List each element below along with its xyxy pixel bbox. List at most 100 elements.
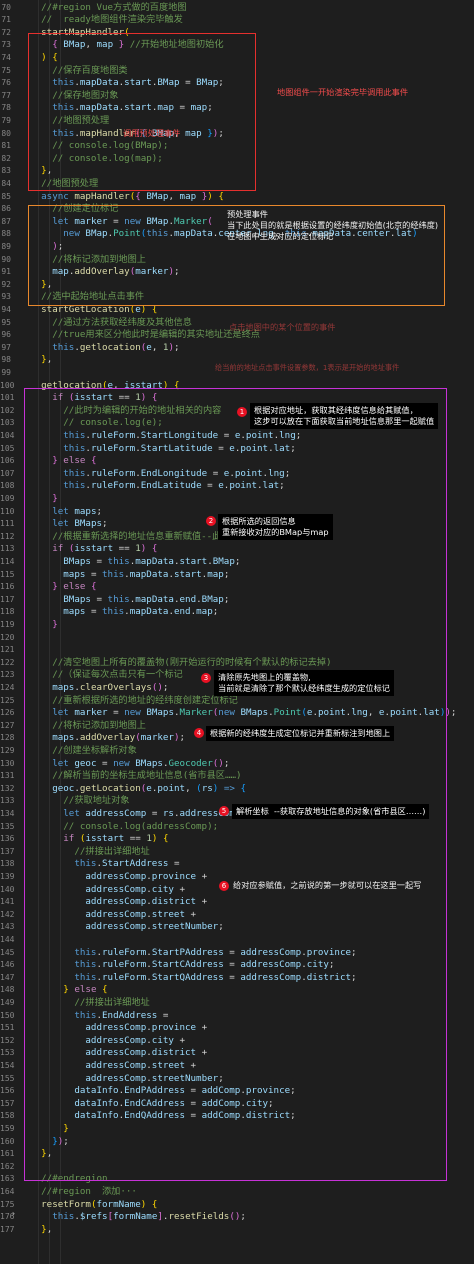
code-text[interactable]: this.ruleForm.EndLatitude = e.point.lat;: [19, 480, 284, 493]
code-line[interactable]: 81 // console.log(BMap);: [0, 140, 474, 153]
code-text[interactable]: addressComp.streetNumber;: [19, 1073, 223, 1086]
code-text[interactable]: BMaps = this.mapData.start.BMap;: [19, 556, 240, 569]
code-text[interactable]: addressComp.city +: [19, 884, 185, 897]
code-text[interactable]: //重新根据所选的地址的经纬度创建定位标记: [19, 695, 238, 708]
code-line[interactable]: 147 this.ruleForm.StartQAddress = addres…: [0, 972, 474, 985]
code-line[interactable]: 131 //解析当前的坐标生成地址信息(省市县区……): [0, 770, 474, 783]
code-line[interactable]: 144: [0, 934, 474, 947]
code-text[interactable]: addressComp.streetNumber;: [19, 921, 223, 934]
code-text[interactable]: //创建定位标记: [19, 203, 118, 216]
code-text[interactable]: map.addOverlay(marker);: [19, 266, 179, 279]
code-line[interactable]: 141 addressComp.district +: [0, 896, 474, 909]
code-text[interactable]: this.ruleForm.StartQAddress = addressCom…: [19, 972, 356, 985]
code-line[interactable]: 145 this.ruleForm.StartPAddress = addres…: [0, 947, 474, 960]
code-text[interactable]: //拼接出详细地址: [19, 846, 149, 859]
code-line[interactable]: 132 geoc.getLocation(e.point, (rs) => {: [0, 783, 474, 796]
code-line[interactable]: 146 this.ruleForm.StartCAddress = addres…: [0, 959, 474, 972]
code-text[interactable]: //清空地图上所有的覆盖物(刚开始运行的时候有个默认的标记去掉): [19, 657, 331, 670]
code-text[interactable]: this.ruleForm.EndLongitude = e.point.lng…: [19, 468, 290, 481]
code-text[interactable]: this.ruleForm.StartPAddress = addressCom…: [19, 947, 356, 960]
code-text[interactable]: { BMap, map } //开始地址地图初始化: [19, 39, 223, 52]
code-text[interactable]: // console.log(addressComp);: [19, 821, 218, 834]
code-line[interactable]: 138 this.StartAddress =: [0, 858, 474, 871]
code-text[interactable]: this.mapData.start.map = map;: [19, 102, 213, 115]
code-line[interactable]: 162: [0, 1161, 474, 1174]
code-text[interactable]: let geoc = new BMaps.Geocoder();: [19, 758, 229, 771]
code-text[interactable]: async mapHandler({ BMap, map }) {: [19, 191, 224, 204]
code-line[interactable]: 149 //拼接出详细地址: [0, 997, 474, 1010]
code-line[interactable]: 83 },: [0, 165, 474, 178]
code-line[interactable]: 97 this.getlocation(e, 1);: [0, 342, 474, 355]
code-text[interactable]: this.ruleForm.StartLongitude = e.point.l…: [19, 430, 301, 443]
code-line[interactable]: 155 addressComp.streetNumber;: [0, 1073, 474, 1086]
code-line[interactable]: 175 resetForm(formName) {: [0, 1199, 474, 1212]
code-line[interactable]: 154 addressComp.street +: [0, 1060, 474, 1073]
code-text[interactable]: addressComp.street +: [19, 909, 196, 922]
code-line[interactable]: 106 } else {: [0, 455, 474, 468]
code-line[interactable]: 142 addressComp.street +: [0, 909, 474, 922]
code-line[interactable]: 80 this.mapHandler({ BMap, map });: [0, 128, 474, 141]
code-line[interactable]: 93 //选中起始地址点击事件: [0, 291, 474, 304]
code-text[interactable]: let BMaps;: [19, 518, 107, 531]
code-text[interactable]: this.ruleForm.StartLatitude = e.point.la…: [19, 443, 296, 456]
code-text[interactable]: dataInfo.EndCAddress = addComp.city;: [19, 1098, 273, 1111]
code-text[interactable]: //通过方法获取经纬度及其他信息: [19, 317, 192, 330]
code-line[interactable]: 129 //创建坐标解析对象: [0, 745, 474, 758]
code-text[interactable]: getlocation(e, isstart) {: [19, 380, 179, 393]
code-line[interactable]: 92 },: [0, 279, 474, 292]
code-text[interactable]: ) {: [19, 52, 58, 65]
code-text[interactable]: },: [19, 279, 52, 292]
code-line[interactable]: 72 startMapHandler(: [0, 27, 474, 40]
code-line[interactable]: 125 //重新根据所选的地址的经纬度创建定位标记: [0, 695, 474, 708]
code-text[interactable]: }: [19, 493, 58, 506]
code-text[interactable]: }: [19, 619, 58, 632]
code-line[interactable]: 91 map.addOverlay(marker);: [0, 266, 474, 279]
code-line[interactable]: 152 addressComp.city +: [0, 1035, 474, 1048]
code-text[interactable]: );: [19, 241, 63, 254]
code-line[interactable]: 126 let marker = new BMaps.Marker(new BM…: [0, 707, 474, 720]
code-text[interactable]: geoc.getLocation(e.point, (rs) => {: [19, 783, 246, 796]
code-text[interactable]: //（保证每次点击只有一个标记: [19, 669, 183, 682]
code-line[interactable]: 70 //#region Vue方式做的百度地图: [0, 2, 474, 15]
code-text[interactable]: //#region 添加···: [19, 1186, 137, 1199]
code-text[interactable]: // console.log(map);: [19, 153, 163, 166]
code-text[interactable]: this.StartAddress =: [19, 858, 179, 871]
code-text[interactable]: // console.log(e);: [19, 417, 163, 430]
code-line[interactable]: 84 //地图预处理: [0, 178, 474, 191]
code-line[interactable]: 176 this.$refs[formName].resetFields();: [0, 1211, 474, 1224]
code-text[interactable]: this.getlocation(e, 1);: [19, 342, 179, 355]
code-text[interactable]: if (isstart == 1) {: [19, 543, 157, 556]
code-text[interactable]: dataInfo.EndPAddress = addComp.province;: [19, 1085, 295, 1098]
code-text[interactable]: this.mapHandler({ BMap, map });: [19, 128, 224, 141]
code-line[interactable]: 71 // ready地图组件渲染完毕触发: [0, 14, 474, 27]
code-line[interactable]: 161 },: [0, 1148, 474, 1161]
code-text[interactable]: maps = this.mapData.end.map;: [19, 606, 218, 619]
code-text[interactable]: resetForm(formName) {: [19, 1199, 157, 1212]
code-line[interactable]: 117 BMaps = this.mapData.end.BMap;: [0, 594, 474, 607]
code-text[interactable]: //将标记添加到地图上: [19, 720, 146, 733]
code-line[interactable]: 177 },: [0, 1224, 474, 1237]
code-text[interactable]: let marker = new BMap.Marker(: [19, 216, 213, 229]
code-text[interactable]: //解析当前的坐标生成地址信息(省市县区……): [19, 770, 241, 783]
code-text[interactable]: //拼接出详细地址: [19, 997, 149, 1010]
code-line[interactable]: 115 maps = this.mapData.start.map;: [0, 569, 474, 582]
code-line[interactable]: 74 ) {: [0, 52, 474, 65]
code-line[interactable]: 135 // console.log(addressComp);: [0, 821, 474, 834]
code-line[interactable]: 151 addressComp.province +: [0, 1022, 474, 1035]
code-text[interactable]: this.$refs[formName].resetFields();: [19, 1211, 246, 1224]
code-text[interactable]: if (isstart == 1) {: [19, 392, 157, 405]
code-text[interactable]: addressComp.street +: [19, 1060, 196, 1073]
code-text[interactable]: //保存百度地图类: [19, 65, 127, 78]
code-text[interactable]: this.EndAddress =: [19, 1010, 168, 1023]
code-line[interactable]: 130 let geoc = new BMaps.Geocoder();: [0, 758, 474, 771]
code-text[interactable]: //将标记添加到地图上: [19, 254, 146, 267]
code-line[interactable]: 107 this.ruleForm.EndLongitude = e.point…: [0, 468, 474, 481]
code-text[interactable]: maps.clearOverlays();: [19, 682, 168, 695]
code-line[interactable]: 118 maps = this.mapData.end.map;: [0, 606, 474, 619]
code-text[interactable]: startGetLocation(e) {: [19, 304, 157, 317]
code-text[interactable]: //保存地图对象: [19, 90, 118, 103]
code-text[interactable]: addressComp.district +: [19, 1047, 207, 1060]
code-text[interactable]: this.ruleForm.StartCAddress = addressCom…: [19, 959, 334, 972]
code-line[interactable]: 120: [0, 632, 474, 645]
code-text[interactable]: BMaps = this.mapData.end.BMap;: [19, 594, 229, 607]
